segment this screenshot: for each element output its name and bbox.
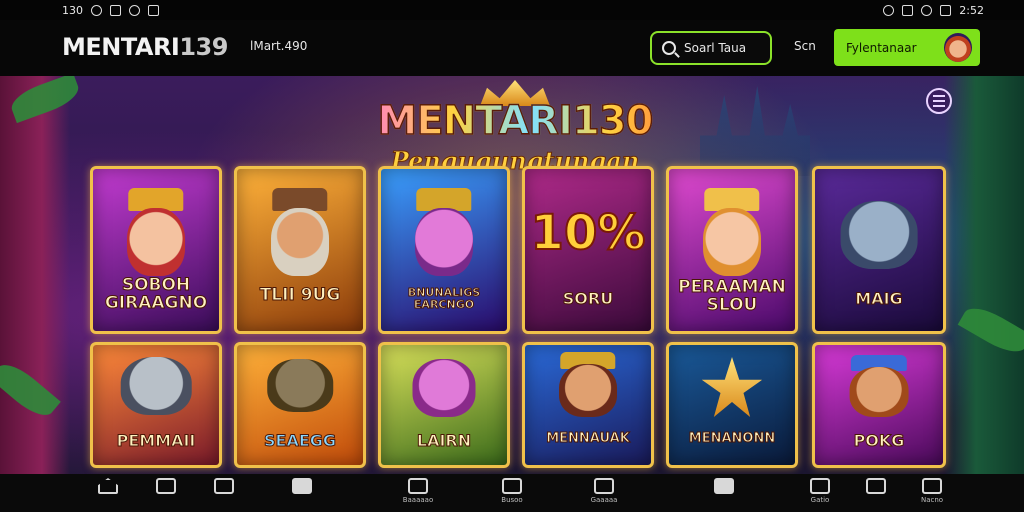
cards-icon [714, 478, 734, 494]
game-tile[interactable]: PEMMAII [90, 342, 222, 468]
nav-chat[interactable]: Gaaaaa [580, 478, 628, 510]
secondary-link[interactable]: Scn [794, 39, 816, 53]
nav-profile[interactable]: Nacno [908, 478, 956, 510]
nav-bag[interactable]: Busoo [488, 478, 536, 510]
slot-icon [408, 478, 428, 494]
wallet-icon [292, 478, 312, 494]
brand-number: 139 [179, 33, 228, 61]
search-label: Soarl Taua [684, 41, 747, 55]
game-tile[interactable]: 10% SORU [522, 166, 654, 334]
game-tile[interactable]: TLII 9UG [234, 166, 366, 334]
pink-cat-icon [412, 359, 476, 417]
game-tile[interactable]: LAIRN [378, 342, 510, 468]
nav-controller[interactable] [852, 478, 900, 510]
top-header: MENTARI139 lMart.490 Soarl Taua Scn Fyle… [0, 20, 1024, 76]
wifi-icon [921, 4, 933, 16]
nav-label: Gaaaaa [590, 496, 618, 504]
game-title: TLII 9UG [259, 285, 341, 305]
chat-icon [594, 478, 614, 494]
search-button[interactable]: Soarl Taua [650, 31, 772, 65]
game-title: SOBOH GIRAAGNO [104, 275, 208, 313]
heart-icon [810, 478, 830, 494]
game-tile[interactable]: PERAAMAN SLOU [666, 166, 798, 334]
search-icon [662, 41, 676, 55]
gamepad-icon [214, 478, 234, 494]
game-title: SEAEGG [263, 431, 337, 451]
nav-wallet[interactable] [278, 478, 326, 510]
game-art [127, 207, 185, 276]
game-title: BNUNALIGS EARCNGO [407, 286, 481, 311]
nav-label: Baaaaao [402, 496, 434, 504]
register-label: Fylentanaar [846, 40, 917, 55]
game-tile[interactable]: SEAEGG [234, 342, 366, 468]
controller-icon [866, 478, 886, 494]
status-right: 2:52 [883, 4, 984, 17]
hero-title: MENTARI130 [360, 97, 670, 145]
game-title: MENANONN [688, 431, 776, 447]
profile-icon [922, 478, 942, 494]
menu-line [933, 95, 945, 97]
game-tile[interactable]: MENANONN [666, 342, 798, 468]
brand-logo[interactable]: MENTARI139 [62, 33, 228, 61]
settings-icon [148, 4, 159, 16]
game-tile[interactable]: MAIG [812, 166, 946, 334]
bag-icon [502, 478, 522, 494]
curtain-right [944, 76, 1024, 474]
game-title: SORU [562, 289, 614, 308]
percent-display: 10% [530, 204, 647, 262]
game-tile[interactable]: BNUNALIGS EARCNGO [378, 166, 510, 334]
game-art [415, 207, 473, 276]
app-root: 130 2:52 MENTARI139 lMart.490 Soarl Taua… [0, 0, 1024, 512]
game-title: PEMMAII [116, 431, 196, 451]
game-tile[interactable]: MENNAUAK [522, 342, 654, 468]
nav-slot[interactable]: Baaaaao [394, 478, 442, 510]
app-icon [110, 4, 121, 16]
menu-button[interactable] [926, 88, 952, 114]
nav-home[interactable] [84, 478, 132, 510]
menu-line [933, 105, 945, 107]
game-title: POKG [853, 431, 905, 451]
nav-label: Nacno [920, 496, 944, 504]
vibrate-icon [902, 4, 914, 16]
game-art [703, 207, 761, 276]
status-bar: 130 2:52 [0, 0, 1024, 20]
status-time: 130 [62, 3, 83, 17]
game-art [559, 364, 617, 417]
alarm-icon [883, 4, 895, 16]
status-left: 130 [62, 4, 159, 17]
nav-games[interactable] [200, 478, 248, 510]
bottom-nav: Baaaaao Busoo Gaaaaa Gatio Nacno [0, 474, 1024, 512]
dice-icon [156, 478, 176, 494]
castle-silhouette [700, 86, 810, 176]
game-lobby: MENTARI130 Pengugungtungan SOBOH GIRAAGNO… [0, 76, 1024, 474]
home-icon [98, 478, 118, 494]
anteater-icon [120, 357, 192, 415]
game-title: PERAAMAN SLOU [678, 277, 787, 315]
mail-icon [129, 4, 140, 16]
game-art [271, 207, 329, 276]
avatar [944, 33, 972, 62]
header-subtitle: lMart.490 [250, 39, 308, 53]
nav-dice[interactable] [142, 478, 190, 510]
menu-line [933, 100, 945, 102]
nav-label: Gatio [810, 496, 830, 504]
notification-icon [91, 4, 102, 16]
game-title: MENNAUAK [546, 431, 631, 447]
star-icon [701, 357, 763, 417]
game-title: LAIRN [416, 431, 472, 451]
game-title: MAIG [855, 289, 903, 308]
battery-icon [940, 4, 952, 16]
game-tile[interactable]: POKG [812, 342, 946, 468]
register-button[interactable]: Fylentanaar [834, 29, 980, 66]
nav-label: Busoo [501, 496, 523, 504]
game-art [849, 366, 909, 417]
nav-cards[interactable] [700, 478, 748, 510]
curtain-left [0, 76, 70, 474]
game-tile[interactable]: SOBOH GIRAAGNO [90, 166, 222, 334]
status-clock: 2:52 [959, 3, 984, 17]
stone-mask-icon [267, 359, 333, 413]
brand-name: MENTARI [62, 33, 180, 61]
wolf-icon [840, 201, 918, 270]
nav-favorites[interactable]: Gatio [796, 478, 844, 510]
